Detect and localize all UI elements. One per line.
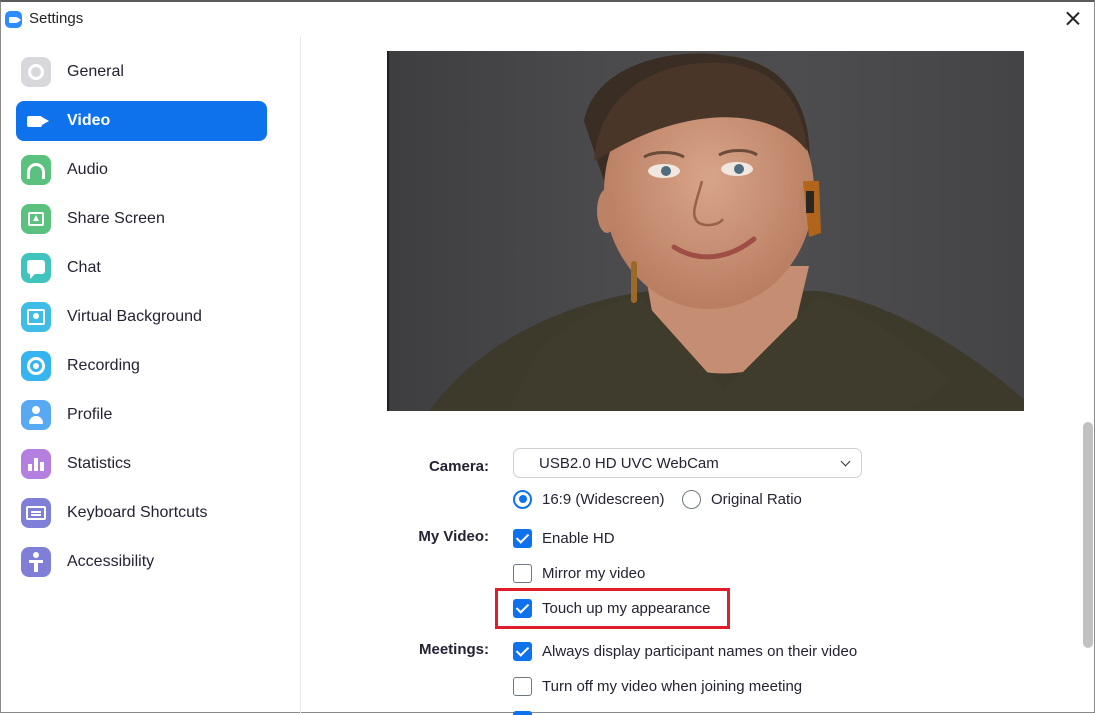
widescreen-radio[interactable] <box>513 489 532 509</box>
sidebar-item-label: Chat <box>67 259 101 276</box>
meetings-label: Meetings: <box>418 641 489 658</box>
my-video-label: My Video: <box>418 528 489 545</box>
option-label: Mirror my video <box>542 564 646 582</box>
sidebar-item-keyboard-shortcuts[interactable]: Keyboard Shortcuts <box>16 493 267 533</box>
virtual-background-icon <box>21 302 51 332</box>
camera-label: Camera: <box>428 458 489 475</box>
display-names-option[interactable]: Always display participant names on thei… <box>513 639 857 663</box>
option-label: Original Ratio <box>711 490 802 508</box>
profile-icon <box>21 400 51 430</box>
share-screen-icon <box>21 204 51 234</box>
sidebar-item-general[interactable]: General <box>16 52 267 92</box>
camera-select[interactable]: USB2.0 HD UVC WebCam <box>513 448 862 478</box>
sidebar-item-share-screen[interactable]: Share Screen <box>16 199 267 239</box>
settings-sidebar: General Video Audio Share Screen Chat Vi… <box>1 36 301 713</box>
ratio-original-option[interactable]: Original Ratio <box>682 487 802 511</box>
enable-hd-option[interactable]: Enable HD <box>513 526 615 550</box>
sidebar-item-recording[interactable]: Recording <box>16 346 267 386</box>
sidebar-item-label: Virtual Background <box>67 308 202 325</box>
mirror-video-option[interactable]: Mirror my video <box>513 561 645 585</box>
settings-window: Settings General Video Audio Share Scree… <box>0 0 1095 715</box>
turn-off-video-option[interactable]: Turn off my video when joining meeting <box>513 674 802 698</box>
mirror-video-checkbox[interactable] <box>513 563 532 583</box>
recording-icon <box>21 351 51 381</box>
sidebar-item-label: Video <box>67 112 111 129</box>
sidebar-item-statistics[interactable]: Statistics <box>16 444 267 484</box>
sidebar-item-label: Profile <box>67 406 113 423</box>
sidebar-item-label: Audio <box>67 161 108 178</box>
close-icon[interactable] <box>1062 8 1084 30</box>
original-ratio-radio[interactable] <box>682 489 701 509</box>
camera-select-value: USB2.0 HD UVC WebCam <box>539 455 719 472</box>
title-bar: Settings <box>1 2 1094 36</box>
option-label: 16:9 (Widescreen) <box>542 490 665 508</box>
chat-icon <box>21 253 51 283</box>
statistics-icon <box>21 449 51 479</box>
keyboard-icon <box>21 498 51 528</box>
zoom-app-icon <box>5 11 22 28</box>
video-camera-icon <box>21 106 51 136</box>
display-names-checkbox[interactable] <box>513 641 532 661</box>
ratio-widescreen-option[interactable]: 16:9 (Widescreen) <box>513 487 665 511</box>
sidebar-item-virtual-background[interactable]: Virtual Background <box>16 297 267 337</box>
sidebar-item-label: Statistics <box>67 455 132 472</box>
next-checkbox-partial[interactable] <box>513 711 532 715</box>
scrollbar-thumb[interactable] <box>1083 422 1093 648</box>
option-label: Enable HD <box>542 529 615 547</box>
sidebar-item-label: Keyboard Shortcuts <box>67 504 208 521</box>
turn-off-video-checkbox[interactable] <box>513 676 532 696</box>
option-label: Always display participant names on thei… <box>542 642 858 660</box>
window-title: Settings <box>29 10 84 27</box>
sidebar-item-label: Recording <box>67 357 140 374</box>
headphones-icon <box>21 155 51 185</box>
sidebar-item-audio[interactable]: Audio <box>16 150 267 190</box>
camera-preview-image <box>429 53 1024 411</box>
sidebar-item-profile[interactable]: Profile <box>16 395 267 435</box>
option-label: Turn off my video when joining meeting <box>542 677 803 695</box>
highlight-annotation-box <box>495 588 730 629</box>
sidebar-item-label: Accessibility <box>67 553 155 570</box>
gear-icon <box>21 57 51 87</box>
sidebar-item-video[interactable]: Video <box>16 101 267 141</box>
accessibility-icon <box>21 547 51 577</box>
video-preview <box>387 51 1024 411</box>
sidebar-item-accessibility[interactable]: Accessibility <box>16 542 267 582</box>
sidebar-item-label: General <box>67 63 124 80</box>
enable-hd-checkbox[interactable] <box>513 528 532 548</box>
sidebar-item-chat[interactable]: Chat <box>16 248 267 288</box>
chevron-down-icon <box>840 456 851 467</box>
sidebar-item-label: Share Screen <box>67 210 165 227</box>
video-settings-panel: Camera: USB2.0 HD UVC WebCam 16:9 (Wides… <box>302 36 1082 715</box>
